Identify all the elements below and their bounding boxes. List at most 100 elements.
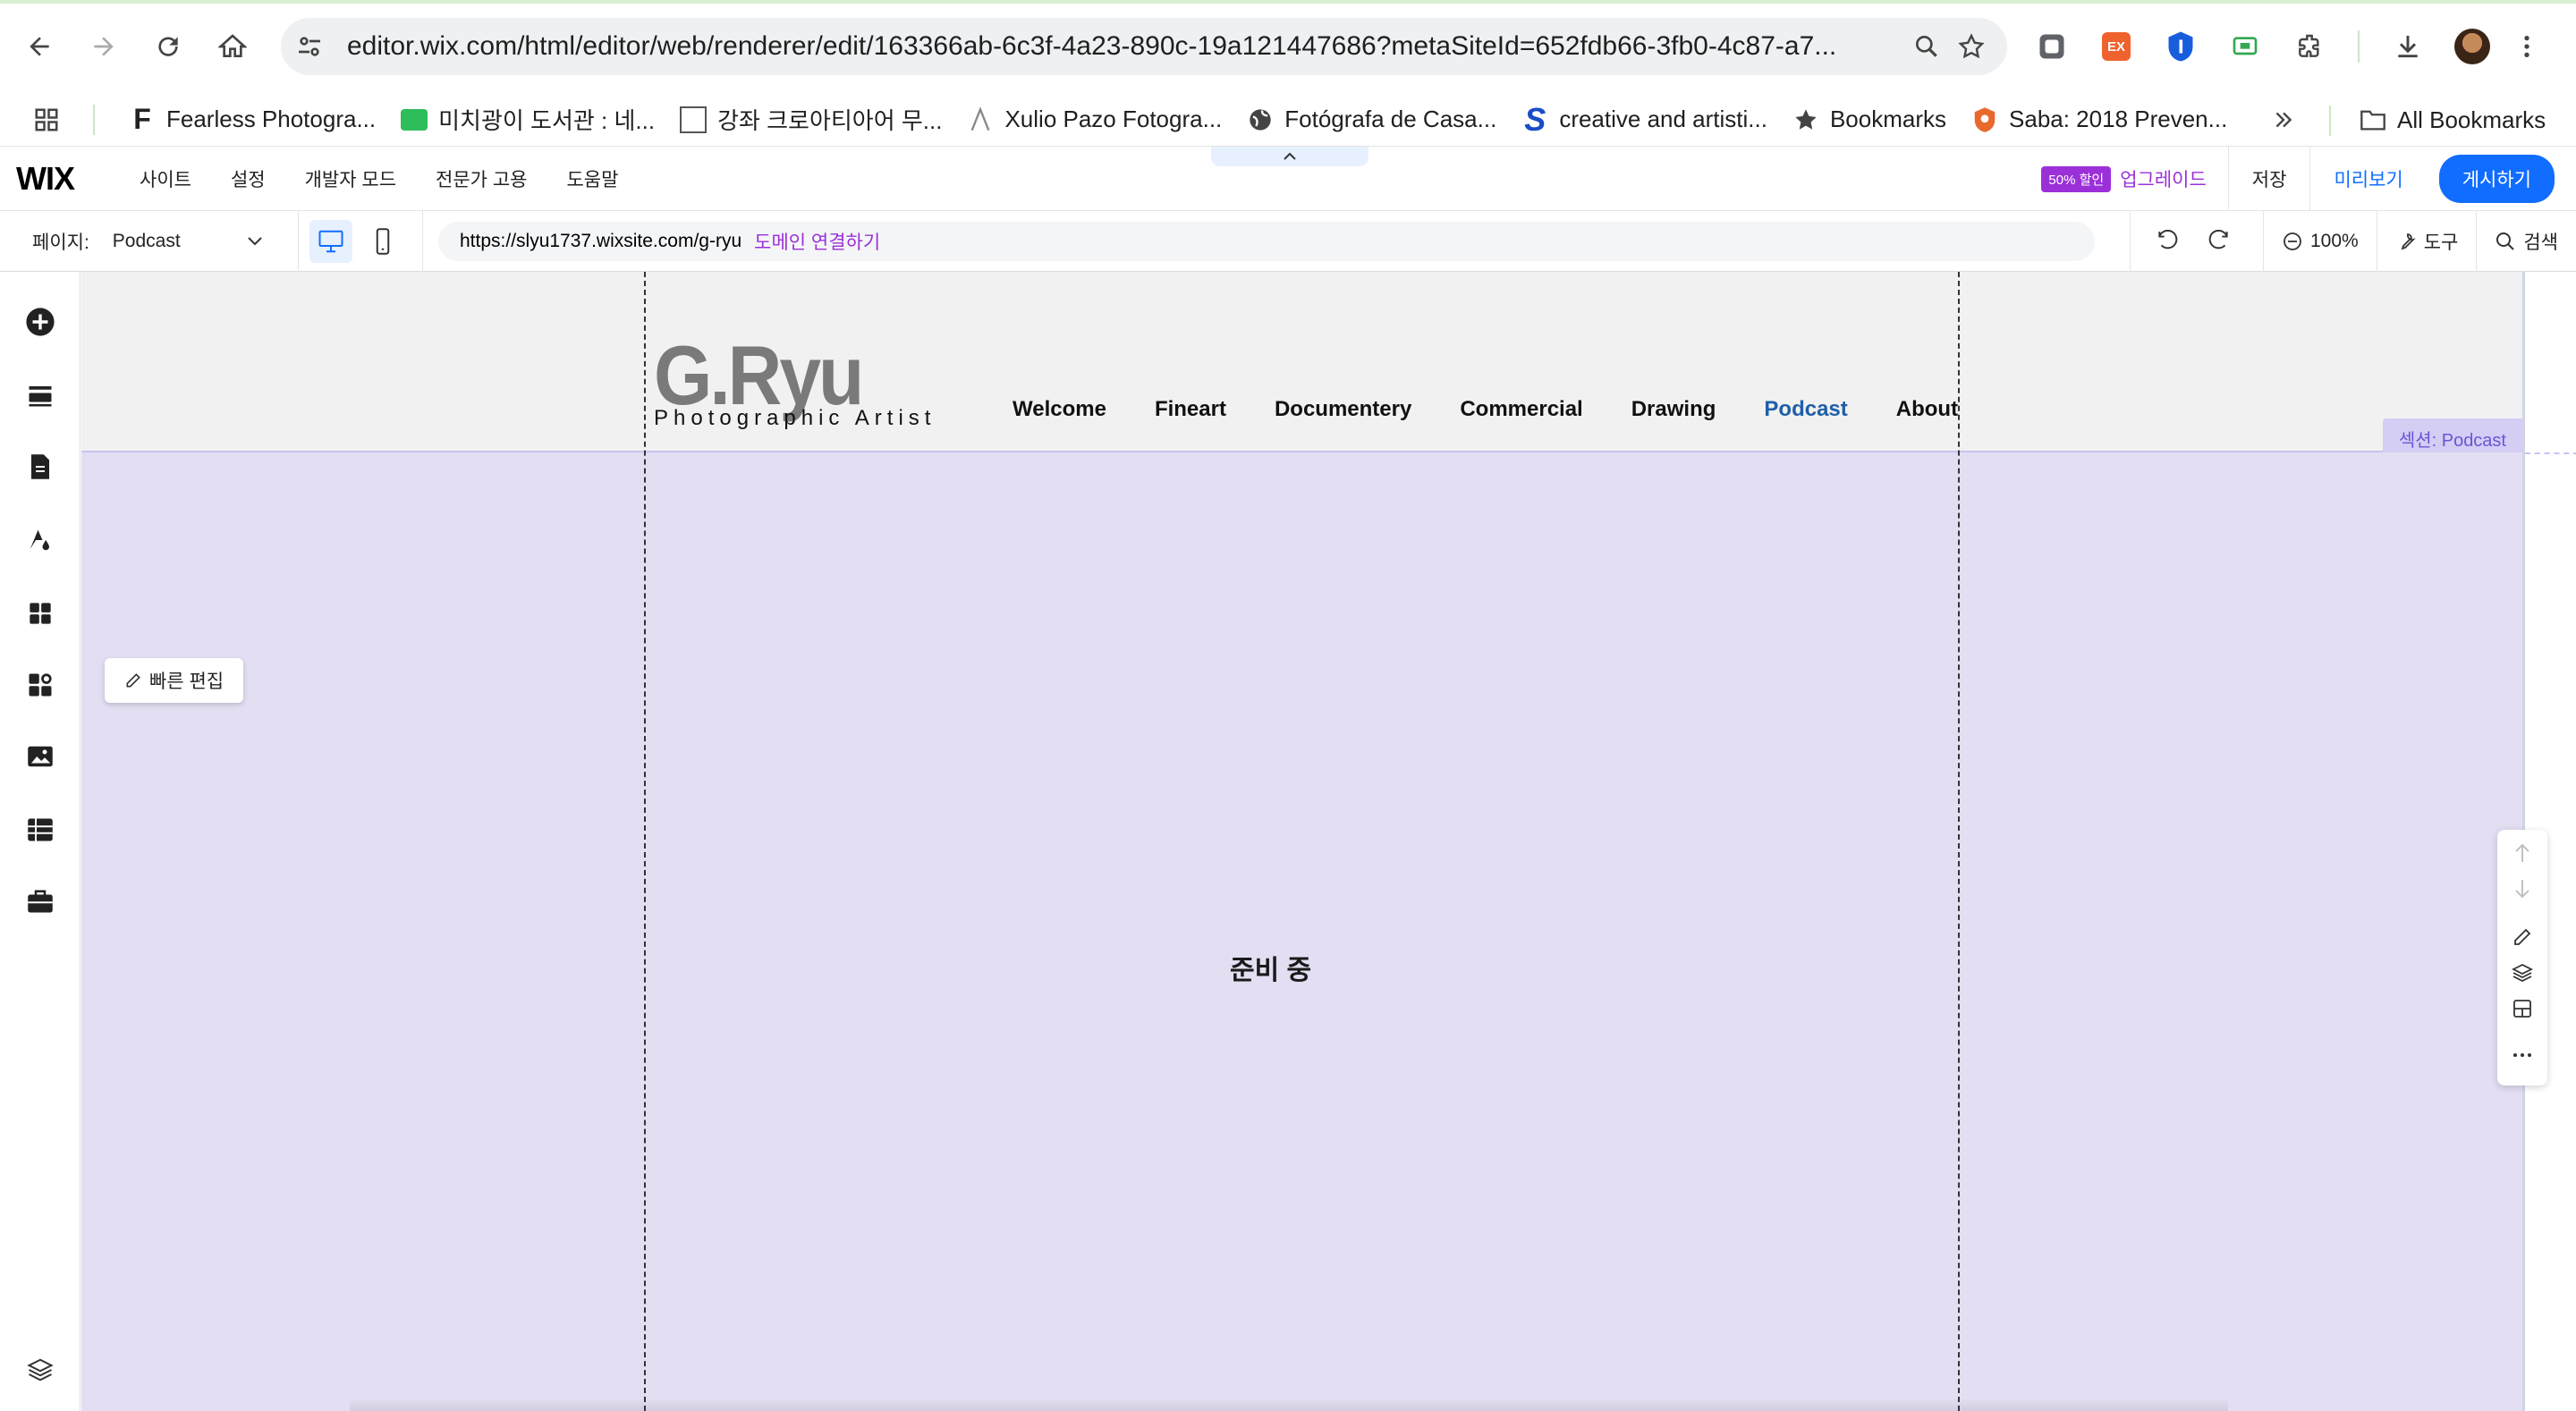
redo-button[interactable]	[2207, 230, 2238, 253]
coming-soon-text[interactable]: 준비 중	[1230, 948, 1311, 987]
editor-canvas[interactable]: G.Ryu Photographic Artist Welcome Finear…	[81, 272, 2522, 1411]
quick-edit-label: 빠른 편집	[149, 672, 225, 692]
search-icon	[2496, 232, 2515, 250]
profile-avatar[interactable]	[2440, 14, 2504, 79]
zoom-level: 100%	[2310, 231, 2359, 251]
browser-menu-icon[interactable]	[2504, 14, 2549, 79]
edit-pencil-icon[interactable]	[2510, 925, 2535, 950]
zoom-control[interactable]: 100%	[2263, 211, 2377, 272]
add-section-icon[interactable]	[24, 379, 56, 411]
undo-button[interactable]	[2156, 230, 2186, 253]
bookmark-star-icon[interactable]	[1957, 32, 1986, 61]
bookmark-item[interactable]: 강좌 크로아티아어 무...	[667, 98, 954, 141]
layers-stack-icon[interactable]	[2510, 960, 2535, 985]
wix-page-bar: 페이지: Podcast https://slyu1737.wixsite.co…	[0, 210, 2576, 272]
wix-logo[interactable]: WIX	[16, 160, 106, 198]
blog-icon	[401, 106, 428, 133]
mobile-icon	[376, 227, 390, 255]
design-icon[interactable]	[24, 524, 56, 556]
site-nav-drawing[interactable]: Drawing	[1631, 397, 1716, 422]
grid-guide-left	[644, 272, 646, 1411]
preview-button[interactable]: 미리보기	[2310, 165, 2426, 192]
home-icon	[218, 34, 247, 57]
site-nav-documentery[interactable]: Documentery	[1275, 397, 1411, 422]
bookmark-item[interactable]: F Fearless Photogra...	[116, 98, 388, 141]
address-bar[interactable]: editor.wix.com/html/editor/web/renderer/…	[281, 18, 2007, 75]
bookmark-label: 미치광이 도서관 : 네...	[438, 107, 656, 134]
reload-button[interactable]	[136, 14, 200, 79]
quick-edit-button[interactable]: 빠른 편집	[105, 658, 244, 703]
layers-icon[interactable]	[24, 1354, 56, 1386]
site-nav-welcome[interactable]: Welcome	[1013, 397, 1106, 422]
site-navigation[interactable]: Welcome Fineart Documentery Commercial D…	[1013, 397, 2006, 422]
upgrade-link[interactable]: 업그레이드	[2120, 165, 2207, 192]
menu-site[interactable]: 사이트	[140, 165, 191, 192]
bookmark-item[interactable]: S creative and artisti...	[1509, 98, 1780, 141]
editor-sidebar	[0, 272, 80, 1411]
more-options-icon[interactable]	[2510, 1043, 2535, 1068]
globe-icon	[1247, 106, 1274, 133]
home-button[interactable]	[200, 14, 265, 79]
back-button[interactable]	[7, 14, 72, 79]
arrow-right-icon	[94, 37, 114, 56]
site-info-icon[interactable]	[293, 30, 326, 63]
browser-toolbar: editor.wix.com/html/editor/web/renderer/…	[0, 0, 2576, 93]
site-header[interactable]: G.Ryu Photographic Artist Welcome Finear…	[81, 272, 2522, 459]
bookmark-label: Saba: 2018 Preven...	[2009, 106, 2228, 132]
bookmark-item[interactable]: Fotógrafa de Casa...	[1234, 98, 1509, 141]
download-icon[interactable]	[2376, 14, 2440, 79]
collapse-toolbar-tab[interactable]	[1211, 147, 1368, 166]
connect-domain-link[interactable]: 도메인 연결하기	[754, 228, 880, 255]
tools-button[interactable]: 도구	[2376, 211, 2477, 272]
menu-help[interactable]: 도움말	[566, 165, 618, 192]
move-down-icon[interactable]	[2510, 876, 2535, 901]
site-nav-commercial[interactable]: Commercial	[1460, 397, 1582, 422]
mobile-view-button[interactable]	[361, 220, 404, 263]
search-button[interactable]: 검색	[2476, 211, 2576, 272]
bookmark-item[interactable]: 미치광이 도서관 : 네...	[388, 98, 667, 141]
chevron-down-icon	[248, 236, 262, 245]
more-bookmarks-button[interactable]	[2272, 98, 2295, 141]
media-icon[interactable]	[24, 740, 56, 773]
page-selector[interactable]: 페이지: Podcast	[0, 210, 299, 272]
bookmark-folder[interactable]: Bookmarks	[1780, 98, 1959, 141]
cms-icon[interactable]	[24, 814, 56, 846]
forward-button[interactable]	[72, 14, 136, 79]
site-nav-fineart[interactable]: Fineart	[1155, 397, 1226, 422]
site-nav-podcast[interactable]: Podcast	[1764, 397, 1847, 422]
site-nav-about[interactable]: About	[1896, 397, 1958, 422]
extensions-puzzle-icon[interactable]	[2277, 14, 2342, 79]
desktop-view-button[interactable]	[309, 219, 352, 263]
layout-icon[interactable]	[2510, 996, 2535, 1021]
extension-password-icon[interactable]	[2148, 14, 2213, 79]
arrow-left-icon	[30, 37, 49, 56]
double-chevron-icon	[2275, 112, 2292, 128]
save-button[interactable]: 저장	[2229, 165, 2310, 192]
apps-icon[interactable]	[24, 597, 56, 629]
add-elements-icon[interactable]	[24, 306, 56, 338]
bookmark-item[interactable]: Saba: 2018 Preven...	[1959, 98, 2240, 141]
bookmark-item[interactable]: Xulio Pazo Fotogra...	[954, 98, 1234, 141]
shield-icon	[1971, 106, 1998, 133]
pages-icon[interactable]	[24, 451, 56, 483]
zoom-icon[interactable]	[1912, 32, 1941, 61]
move-up-icon[interactable]	[2510, 841, 2535, 866]
site-tagline[interactable]: Photographic Artist	[654, 406, 936, 431]
publish-button[interactable]: 게시하기	[2438, 155, 2555, 203]
undo-redo-group	[2130, 211, 2263, 272]
reload-icon	[158, 37, 178, 56]
all-bookmarks-folder[interactable]: All Bookmarks	[2347, 98, 2558, 141]
menu-dev-mode[interactable]: 개발자 모드	[305, 165, 396, 192]
apps-grid-icon[interactable]	[29, 102, 64, 138]
podcast-section[interactable]: 빠른 편집 준비 중	[81, 452, 2522, 1411]
chevron-up-icon	[1284, 152, 1296, 160]
business-apps-icon[interactable]	[24, 669, 56, 701]
portfolio-briefcase-icon[interactable]	[24, 885, 56, 917]
extension-ex-icon[interactable]: EX	[2084, 14, 2148, 79]
menu-settings[interactable]: 설정	[231, 165, 266, 192]
menu-hire-expert[interactable]: 전문가 고용	[436, 165, 527, 192]
wix-main-menu: 사이트 설정 개발자 모드 전문가 고용 도움말	[140, 165, 657, 192]
extension-translate-icon[interactable]	[2020, 14, 2084, 79]
url-text[interactable]: editor.wix.com/html/editor/web/renderer/…	[347, 31, 1896, 62]
extension-screen-icon[interactable]	[2213, 14, 2277, 79]
